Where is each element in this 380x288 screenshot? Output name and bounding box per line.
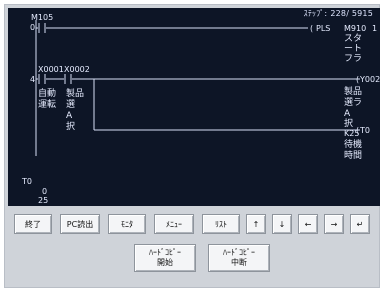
- contact-m105-label: M105: [31, 13, 53, 22]
- pls-comment-1: 1: [372, 24, 377, 33]
- hardcopy-start-button[interactable]: ﾊｰﾄﾞｺﾋﾟｰ 開始: [134, 244, 196, 272]
- enter-button[interactable]: ↵: [350, 214, 370, 234]
- monitor-current-value: 0: [42, 187, 47, 196]
- ladder-diagram: M105 0 PLS ( M910 1 スタ ート フラ X0001 X0002…: [21, 13, 380, 205]
- x0001-comment-1: 自動: [38, 87, 56, 99]
- coil-t0-label: T0: [359, 126, 370, 135]
- x0002-comment-4: 択: [66, 120, 75, 132]
- pls-comment-2: スタ: [344, 33, 362, 44]
- list-button[interactable]: ﾘｽﾄ: [202, 214, 240, 234]
- up-arrow-button[interactable]: ↑: [246, 214, 266, 234]
- x0002-comment-2: 選: [66, 99, 75, 110]
- pls-comment-3: ート: [344, 44, 362, 54]
- svg-text:(: (: [356, 75, 359, 84]
- y0023-comment-5: K25: [344, 129, 359, 138]
- t0-comment-1: 待機: [344, 138, 362, 150]
- hardcopy-stop-line2: 中断: [231, 258, 247, 267]
- right-arrow-button[interactable]: →: [324, 214, 344, 234]
- pc-read-button[interactable]: PC読出: [60, 214, 100, 234]
- x0002-comment-3: A: [66, 111, 73, 121]
- hardcopy-stop-line1: ﾊｰﾄﾞｺﾋﾟｰ: [223, 248, 255, 257]
- y0023-comment-3: A: [344, 109, 351, 119]
- hardcopy-start-line2: 開始: [157, 258, 173, 267]
- pls-comment-4: フラ: [344, 53, 362, 64]
- down-arrow-button[interactable]: ↓: [272, 214, 292, 234]
- menu-button[interactable]: ﾒﾆｭｰ: [154, 214, 194, 234]
- ladder-monitor-screen: ｽﾃｯﾌﾟ: 228/ 5915 M105 0 PLS ( M910 1 スタ ー…: [8, 8, 380, 206]
- contact-x0002-label: X0002: [64, 65, 90, 74]
- monitor-device: T0: [21, 177, 32, 186]
- hardcopy-start-line1: ﾊｰﾄﾞｺﾋﾟｰ: [149, 248, 181, 257]
- t0-comment-2: 時間: [344, 150, 362, 161]
- y0023-comment-2: 選ラ: [344, 97, 362, 108]
- y0023-comment-1: 製品: [344, 85, 362, 97]
- contact-x0001-label: X0001: [38, 65, 64, 74]
- pls-instruction: PLS: [316, 24, 330, 33]
- svg-text:(: (: [310, 24, 313, 33]
- y0023-comment-4: 択: [344, 117, 353, 129]
- coil-y0023-label: Y0023: [359, 75, 380, 84]
- step-number-0: 0: [30, 23, 35, 32]
- exit-button[interactable]: 終了: [14, 214, 52, 234]
- x0001-comment-2: 運転: [38, 99, 56, 110]
- monitor-setting-value: 25: [38, 196, 48, 205]
- hardcopy-stop-button[interactable]: ﾊｰﾄﾞｺﾋﾟｰ 中断: [208, 244, 270, 272]
- x0002-comment-1: 製品: [66, 87, 84, 99]
- left-arrow-button[interactable]: ←: [298, 214, 318, 234]
- pls-device: M910: [344, 24, 366, 33]
- monitor-button[interactable]: ﾓﾆﾀ: [108, 214, 146, 234]
- step-number-4: 4: [30, 75, 35, 84]
